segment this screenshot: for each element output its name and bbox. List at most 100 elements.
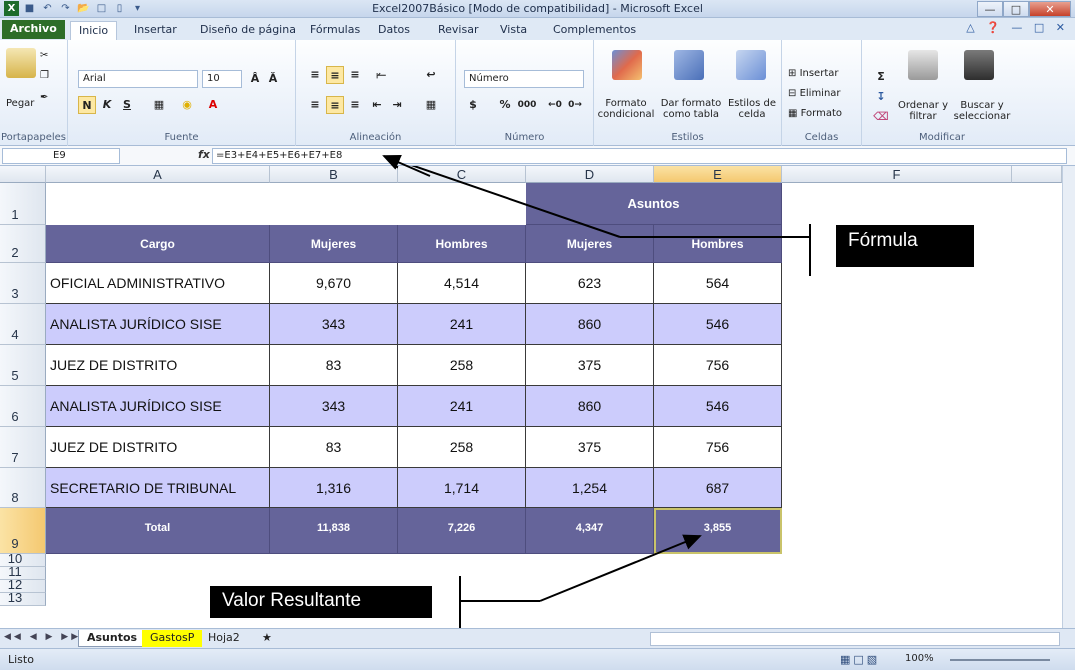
table-cell[interactable]: 9,670 [270, 263, 398, 304]
align-top-icon[interactable]: ≡ [306, 66, 324, 84]
find-select-button[interactable]: Buscar y seleccionar [952, 100, 1012, 122]
table-cell[interactable]: 687 [654, 468, 782, 508]
tab-complementos[interactable]: Complementos [545, 21, 644, 40]
total-cell[interactable]: 4,347 [526, 508, 654, 554]
row-header[interactable]: 7 [0, 427, 46, 468]
table-cell[interactable]: 83 [270, 427, 398, 468]
group-header-asuntos[interactable]: Asuntos [526, 183, 782, 225]
tab-inicio[interactable]: Inicio [70, 21, 118, 40]
sheet-tab-hoja2[interactable]: Hoja2 [200, 630, 248, 647]
row-header[interactable]: 6 [0, 386, 46, 427]
zoom-level[interactable]: 100% [905, 653, 934, 664]
underline-button[interactable]: S [118, 96, 136, 114]
format-table-icon[interactable] [674, 50, 704, 80]
column-header-g[interactable] [1012, 166, 1062, 183]
table-cell[interactable]: 756 [654, 427, 782, 468]
row-header[interactable]: 8 [0, 468, 46, 508]
table-cell[interactable]: 1,254 [526, 468, 654, 508]
total-cell[interactable]: 7,226 [398, 508, 526, 554]
font-size-select[interactable]: 10 [202, 70, 242, 88]
total-label[interactable]: Total [46, 508, 270, 554]
header-mujeres[interactable]: Mujeres [526, 225, 654, 263]
table-cell[interactable]: 4,514 [398, 263, 526, 304]
sheet-tab-gastosp[interactable]: GastosP [142, 630, 203, 647]
find-select-icon[interactable] [964, 50, 994, 80]
insert-sheet-icon[interactable]: ★ [254, 630, 280, 647]
align-right-icon[interactable]: ≡ [346, 96, 364, 114]
table-cell[interactable]: 241 [398, 386, 526, 427]
decrease-indent-icon[interactable]: ⇤ [368, 96, 386, 114]
formula-input[interactable]: =E3+E4+E5+E6+E7+E8 [212, 148, 1067, 164]
format-painter-icon[interactable]: ✒ [40, 92, 48, 103]
row-header[interactable]: 5 [0, 345, 46, 386]
fill-color-icon[interactable]: ◉ [178, 96, 196, 114]
table-cell[interactable]: ANALISTA JURÍDICO SISE [46, 304, 270, 345]
paste-icon[interactable] [6, 48, 36, 78]
format-table-button[interactable]: Dar formato como tabla [658, 98, 724, 120]
table-cell[interactable]: 546 [654, 304, 782, 345]
table-cell[interactable]: 1,316 [270, 468, 398, 508]
copy-icon[interactable]: ❐ [40, 70, 49, 81]
table-cell[interactable]: 860 [526, 386, 654, 427]
font-color-icon[interactable]: A [204, 96, 222, 114]
table-cell[interactable]: 564 [654, 263, 782, 304]
zoom-slider[interactable] [950, 659, 1050, 661]
currency-button[interactable]: $ [464, 96, 482, 114]
sheet-tab-asuntos[interactable]: Asuntos [78, 630, 147, 647]
cell-styles-icon[interactable] [736, 50, 766, 80]
grow-font-icon[interactable]: Â [246, 70, 264, 88]
row-header[interactable]: 13 [0, 590, 46, 606]
tab-formulas[interactable]: Fórmulas [302, 21, 368, 40]
header-hombres[interactable]: Hombres [398, 225, 526, 263]
conditional-format-icon[interactable] [612, 50, 642, 80]
table-cell[interactable]: 375 [526, 427, 654, 468]
insert-cells-button[interactable]: ⊞ Insertar [788, 68, 838, 79]
sort-filter-icon[interactable] [908, 50, 938, 80]
column-header-d[interactable]: D [526, 166, 654, 183]
paste-button[interactable]: Pegar [6, 98, 34, 109]
font-name-select[interactable]: Arial [78, 70, 198, 88]
column-header-c[interactable]: C [398, 166, 526, 183]
delete-cells-button[interactable]: ⊟ Eliminar [788, 88, 841, 99]
row-header[interactable]: 1 [0, 183, 46, 225]
row-header[interactable]: 3 [0, 263, 46, 304]
table-cell[interactable]: 83 [270, 345, 398, 386]
align-center-icon[interactable]: ≡ [326, 96, 344, 114]
cell-styles-button[interactable]: Estilos de celda [726, 98, 778, 120]
table-cell[interactable]: 241 [398, 304, 526, 345]
orientation-icon[interactable]: ⥒ [372, 66, 390, 84]
table-cell[interactable]: 860 [526, 304, 654, 345]
close-icon[interactable]: ✕ [1029, 1, 1071, 17]
align-bottom-icon[interactable]: ≡ [346, 66, 364, 84]
format-cells-button[interactable]: ▦ Formato [788, 108, 842, 119]
column-header-e[interactable]: E [654, 166, 782, 183]
maximize-icon[interactable]: □ [1003, 1, 1029, 17]
tab-revisar[interactable]: Revisar [430, 21, 486, 40]
wrap-text-icon[interactable]: ↩ [422, 66, 440, 84]
header-hombres[interactable]: Hombres [654, 225, 782, 263]
number-format-select[interactable]: Número [464, 70, 584, 88]
row-header[interactable]: 4 [0, 304, 46, 345]
align-left-icon[interactable]: ≡ [306, 96, 324, 114]
tab-archivo[interactable]: Archivo [2, 20, 65, 39]
merge-center-icon[interactable]: ▦ [422, 96, 440, 114]
selected-cell-e9[interactable]: 3,855 [654, 508, 782, 554]
view-buttons[interactable]: ▦□▧ [840, 653, 880, 666]
horizontal-scrollbar[interactable] [650, 632, 1060, 646]
sheet-nav-icon[interactable]: ◀◀ ◀ ▶ ▶▶ [4, 632, 81, 642]
table-cell[interactable]: JUEZ DE DISTRITO [46, 345, 270, 386]
fill-icon[interactable]: ↧ [872, 88, 890, 106]
increase-indent-icon[interactable]: ⇥ [388, 96, 406, 114]
decrease-decimal-icon[interactable]: 0→ [566, 96, 584, 114]
percent-button[interactable]: % [496, 96, 514, 114]
table-cell[interactable]: 258 [398, 345, 526, 386]
cut-icon[interactable]: ✂ [40, 50, 48, 61]
column-header-b[interactable]: B [270, 166, 398, 183]
total-cell[interactable]: 11,838 [270, 508, 398, 554]
sort-filter-button[interactable]: Ordenar y filtrar [896, 100, 950, 122]
conditional-format-button[interactable]: Formato condicional [596, 98, 656, 120]
borders-icon[interactable]: ▦ [150, 96, 168, 114]
tab-vista[interactable]: Vista [492, 21, 535, 40]
autosum-button[interactable]: Σ [872, 68, 890, 86]
function-icon[interactable]: fx [198, 148, 210, 161]
